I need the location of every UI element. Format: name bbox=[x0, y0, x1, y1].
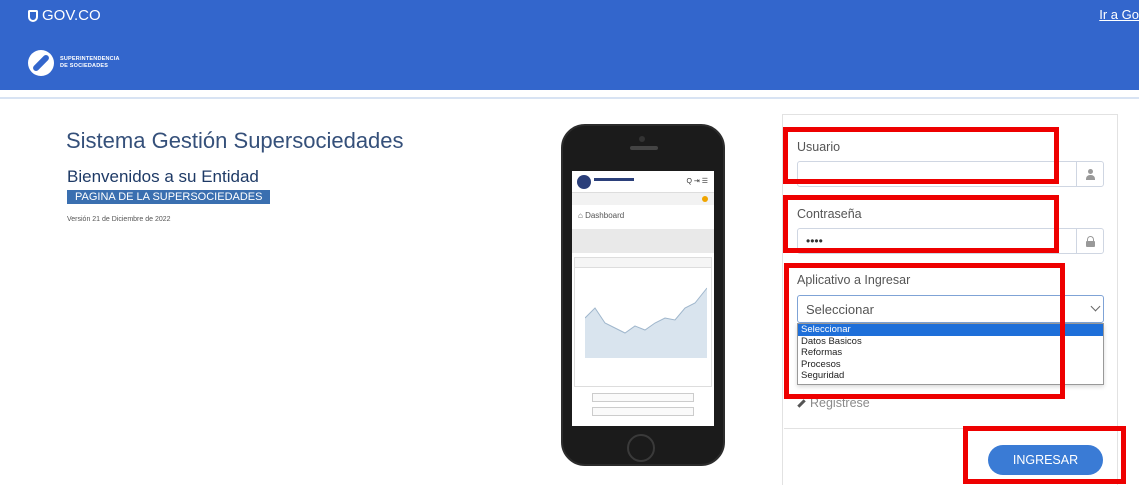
supersociedades-emblem-icon bbox=[28, 50, 54, 76]
gov-co-logo[interactable]: GOV.CO bbox=[28, 7, 101, 24]
highlight-password bbox=[783, 195, 1059, 253]
phone-logo-icon bbox=[577, 175, 591, 189]
version-text: Versión 21 de Diciembre de 2022 bbox=[67, 216, 171, 223]
phone-speaker bbox=[630, 146, 658, 150]
phone-logo-text bbox=[594, 178, 634, 181]
phone-app-bar: Q ⇥ ☰ bbox=[572, 171, 714, 193]
brand-line-2: DE SOCIEDADES bbox=[60, 63, 109, 69]
gov-co-text: GOV.CO bbox=[42, 7, 101, 24]
phone-chart-panel bbox=[574, 257, 712, 387]
phone-screen: Q ⇥ ☰ ⌂ Dashboard bbox=[572, 171, 714, 426]
pencil-icon bbox=[797, 398, 806, 408]
phone-breadcrumb bbox=[572, 193, 714, 205]
phone-button-1 bbox=[592, 393, 694, 402]
brand-line-1: SUPERINTENDENCIA bbox=[60, 56, 120, 62]
usuario-addon bbox=[1076, 161, 1104, 187]
top-header: GOV.CO Ir a Go SUPERINTENDENCIA DE SOCIE… bbox=[0, 0, 1139, 90]
shield-icon bbox=[28, 9, 38, 22]
welcome-heading: Bienvenidos a su Entidad bbox=[67, 167, 259, 186]
highlight-usuario bbox=[783, 127, 1059, 184]
phone-area-chart bbox=[585, 287, 707, 358]
phone-dashboard-title: ⌂ Dashboard bbox=[578, 211, 624, 220]
password-addon bbox=[1076, 228, 1104, 254]
phone-toolbar-icons: Q ⇥ ☰ bbox=[686, 178, 708, 185]
ir-a-gov-link[interactable]: Ir a Go bbox=[1099, 7, 1139, 22]
phone-mockup-image: Q ⇥ ☰ ⌂ Dashboard bbox=[561, 124, 725, 466]
supersociedades-page-link[interactable]: PAGINA DE LA SUPERSOCIEDADES bbox=[67, 190, 271, 204]
supersociedades-logo[interactable]: SUPERINTENDENCIA DE SOCIEDADES bbox=[28, 50, 120, 76]
home-icon: ⌂ bbox=[578, 211, 586, 220]
lock-icon bbox=[1086, 235, 1095, 247]
phone-area-fill bbox=[585, 288, 707, 358]
phone-camera bbox=[639, 136, 645, 142]
user-icon bbox=[1086, 168, 1095, 180]
highlight-ingresar bbox=[963, 426, 1126, 484]
phone-dashboard-text: Dashboard bbox=[585, 211, 625, 220]
phone-home-button bbox=[627, 434, 655, 462]
header-divider bbox=[0, 97, 1139, 99]
phone-button-2 bbox=[592, 407, 694, 416]
login-page: GOV.CO Ir a Go SUPERINTENDENCIA DE SOCIE… bbox=[0, 0, 1139, 485]
phone-stats-strip bbox=[572, 229, 714, 253]
page-title: Sistema Gestión Supersociedades bbox=[66, 128, 404, 153]
highlight-aplicativo bbox=[784, 263, 1065, 399]
brand-text: SUPERINTENDENCIA DE SOCIEDADES bbox=[60, 56, 120, 70]
phone-panel-header bbox=[575, 258, 711, 268]
